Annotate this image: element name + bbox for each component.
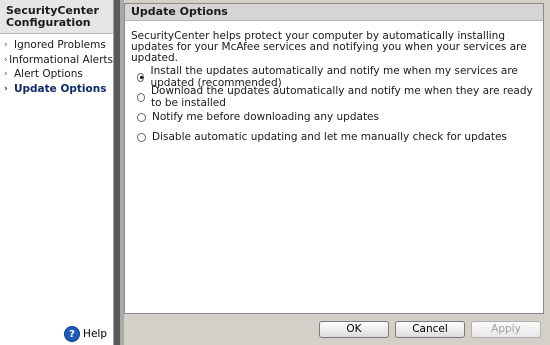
- sidebar-item-ignored-problems[interactable]: › Ignored Problems: [4, 38, 113, 53]
- option-label: Disable automatic updating and let me ma…: [152, 131, 507, 143]
- radio-button[interactable]: [137, 92, 145, 102]
- sidebar-item-alert-options[interactable]: › Alert Options: [4, 67, 113, 82]
- sidebar-item-label: Update Options: [14, 82, 107, 95]
- chevron-right-icon: ›: [4, 69, 8, 80]
- help-link[interactable]: ? Help: [64, 326, 107, 342]
- panel-description: SecurityCenter helps protect your comput…: [131, 30, 527, 64]
- sidebar-item-label: Informational Alerts: [9, 53, 113, 66]
- sidebar-title: SecurityCenter Configuration: [0, 0, 113, 34]
- sidebar-item-update-options[interactable]: › Update Options: [4, 82, 113, 97]
- option-install-automatically[interactable]: Install the updates automatically and no…: [137, 65, 543, 89]
- radio-button-selected[interactable]: [137, 72, 145, 82]
- question-icon: ?: [64, 326, 81, 342]
- sidebar-item-informational-alerts[interactable]: › Informational Alerts: [4, 53, 113, 68]
- radio-button[interactable]: [137, 132, 146, 142]
- option-notify-before-download[interactable]: Notify me before downloading any updates: [137, 107, 543, 127]
- chevron-right-icon: ›: [4, 40, 8, 51]
- option-disable-automatic-updating[interactable]: Disable automatic updating and let me ma…: [137, 127, 543, 147]
- sidebar-item-label: Ignored Problems: [14, 39, 106, 52]
- panel-title: Update Options: [125, 4, 543, 21]
- sidebar-nav: › Ignored Problems › Informational Alert…: [0, 34, 113, 96]
- sidebar: SecurityCenter Configuration › Ignored P…: [0, 0, 114, 345]
- sidebar-item-label: Alert Options: [14, 68, 83, 81]
- update-options-panel: Update Options SecurityCenter helps prot…: [124, 3, 544, 314]
- sidebar-title-line2: Configuration: [6, 16, 91, 29]
- radio-button[interactable]: [137, 112, 146, 122]
- option-download-automatically[interactable]: Download the updates automatically and n…: [137, 85, 543, 109]
- help-label: Help: [83, 328, 107, 340]
- option-label: Download the updates automatically and n…: [150, 85, 533, 109]
- chevron-right-icon: ›: [4, 83, 8, 94]
- update-options-radio-group: Install the updates automatically and no…: [137, 65, 543, 147]
- cancel-button[interactable]: Cancel: [395, 321, 465, 338]
- apply-button[interactable]: Apply: [471, 321, 541, 338]
- ok-button[interactable]: OK: [319, 321, 389, 338]
- option-label: Notify me before downloading any updates: [152, 111, 379, 123]
